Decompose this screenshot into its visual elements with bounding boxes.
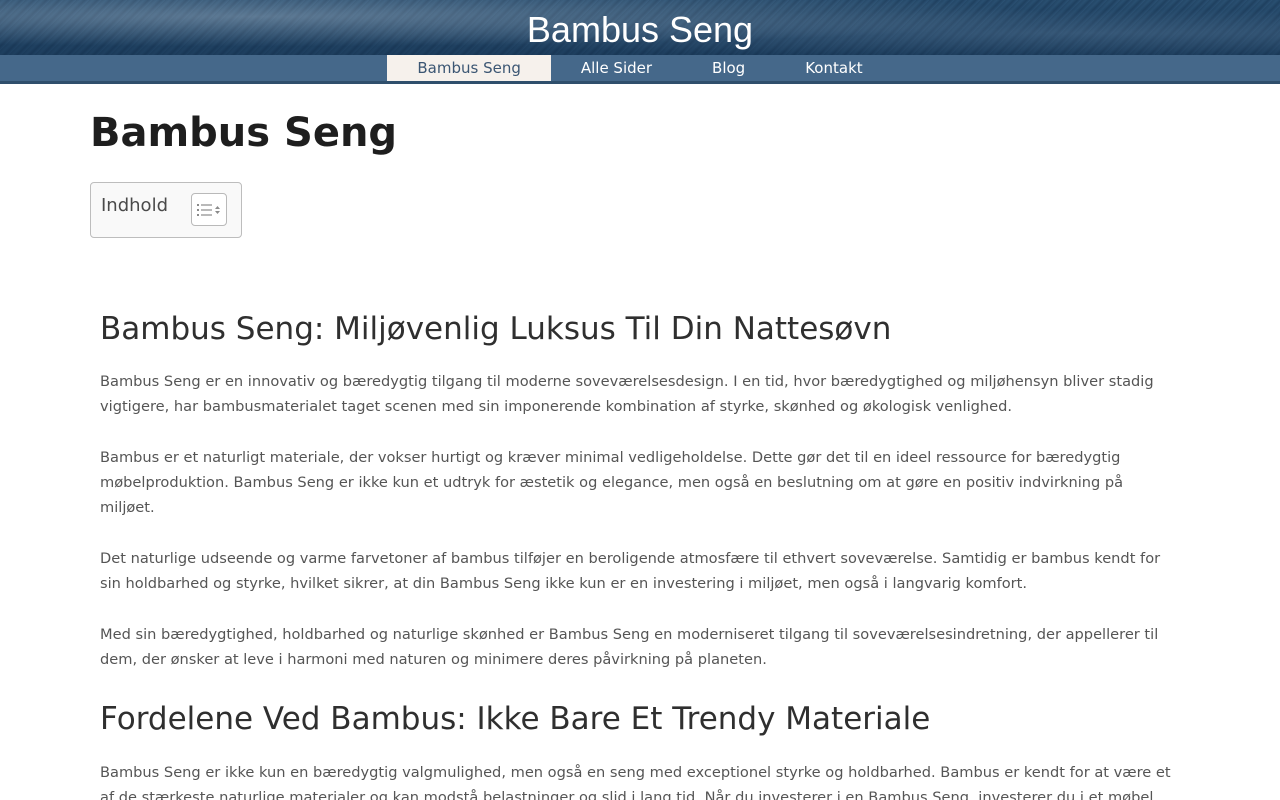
page-title: Bambus Seng bbox=[90, 110, 398, 156]
list-toggle-icon bbox=[197, 203, 220, 216]
nav-list: Bambus Seng Alle Sider Blog Kontakt bbox=[387, 55, 892, 81]
table-of-contents: Indhold bbox=[90, 182, 242, 238]
paragraph: Det naturlige udseende og varme farveton… bbox=[100, 550, 1161, 592]
section-heading: Bambus Seng: Miljøvenlig Luksus Til Din … bbox=[100, 311, 892, 347]
paragraph: Med sin bæredygtighed, holdbarhed og nat… bbox=[100, 626, 1159, 668]
paragraph: Bambus er et naturligt materiale, der vo… bbox=[100, 449, 1124, 516]
nav-item-alle-sider[interactable]: Alle Sider bbox=[551, 55, 682, 81]
nav-item-kontakt[interactable]: Kontakt bbox=[775, 55, 892, 81]
section-heading: Fordelene Ved Bambus: Ikke Bare Et Trend… bbox=[100, 701, 931, 737]
toc-toggle-button[interactable] bbox=[191, 193, 227, 226]
paragraph: Bambus Seng er en innovativ og bæredygti… bbox=[100, 373, 1154, 415]
paragraph: Bambus Seng er ikke kun en bæredygtig va… bbox=[100, 764, 1171, 800]
nav-item-blog[interactable]: Blog bbox=[682, 55, 775, 81]
main-content: Bambus Seng Indhold Bambus Seng: Miljøve… bbox=[0, 110, 1280, 800]
nav-item-bambus-seng[interactable]: Bambus Seng bbox=[387, 55, 551, 81]
main-nav: Bambus Seng Alle Sider Blog Kontakt bbox=[0, 55, 1280, 84]
site-title[interactable]: Bambus Seng bbox=[0, 0, 1280, 55]
toc-title: Indhold bbox=[101, 195, 168, 216]
site-header: Bambus Seng bbox=[0, 0, 1280, 55]
article: Bambus Seng: Miljøvenlig Luksus Til Din … bbox=[90, 238, 1190, 800]
